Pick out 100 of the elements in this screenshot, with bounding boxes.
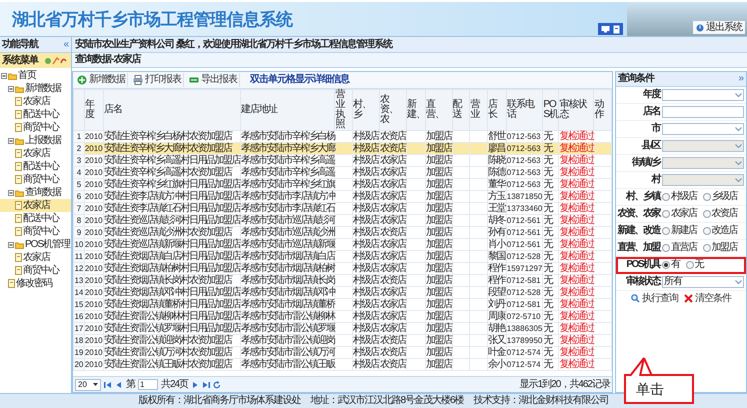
table-row[interactable]: 11 2010安陆生资烟店镇白店村日用品加盟店孝感市安陆市烟店镇白店 村级店农家店 加盟店 黎国 0712-528 无 复检通过: [74, 250, 612, 262]
radio-button[interactable]: [662, 261, 670, 269]
column-header[interactable]: 店长: [487, 90, 506, 130]
add-button[interactable]: 新增数据: [75, 73, 128, 87]
plus-icon: [77, 75, 87, 85]
search-button[interactable]: 执行查询: [631, 294, 678, 304]
column-header[interactable]: 农资、农: [379, 90, 406, 130]
table-cell: 复检通过: [558, 142, 594, 154]
tree-item[interactable]: 修改密码: [0, 277, 71, 290]
table-cell: 加盟店: [425, 286, 452, 298]
column-header[interactable]: 营业执照: [334, 90, 352, 130]
select-field[interactable]: [662, 89, 744, 101]
radio-button[interactable]: [702, 210, 710, 218]
tree-item[interactable]: 商贸中心: [0, 121, 71, 134]
table-row[interactable]: 7 2010安陆生资李店镇红石村日用品加盟店孝感市安陆市李店镇红石 村级店农家店 加盟店 王堂 13733460 无 复检通过: [74, 202, 612, 214]
column-header[interactable]: 动作: [594, 90, 612, 130]
column-header[interactable]: POS机: [542, 90, 559, 130]
table-cell: 村级店: [352, 286, 380, 298]
table-cell: 0712-561: [506, 238, 543, 250]
table-cell: 15971297: [506, 262, 543, 274]
last-page-icon[interactable]: [202, 380, 210, 388]
tree-item[interactable]: 农家店: [0, 95, 71, 108]
tree-item[interactable]: 商贸中心: [0, 225, 71, 238]
tree-item[interactable]: 商贸中心: [0, 173, 71, 186]
column-header[interactable]: 店名: [103, 90, 240, 130]
collapse-button[interactable]: «: [63, 40, 69, 50]
first-page-icon[interactable]: [104, 380, 112, 388]
table-row[interactable]: 8 2010安陆生资巡店镇彭河村日用品加盟店孝感市安陆市巡店镇彭河 村级店农家店 加盟店 胡冬 0712-561 无 复检通过: [74, 214, 612, 226]
table-cell: 农家店: [379, 154, 406, 166]
exit-button[interactable]: 退出系统: [693, 21, 745, 34]
collapse-icon[interactable]: [8, 86, 14, 92]
clear-button[interactable]: 清空条件: [684, 294, 731, 304]
print-button[interactable]: 打印报表: [131, 73, 184, 87]
tree-item[interactable]: 首页: [0, 69, 71, 82]
collapse-icon[interactable]: [8, 138, 14, 144]
table-cell: 无: [542, 322, 559, 334]
column-header[interactable]: 联系电话: [506, 90, 543, 130]
table-cell: 孝感市安陆市李店镇红石: [240, 202, 335, 214]
table-cell: 加盟店: [425, 202, 452, 214]
radio-button[interactable]: [662, 210, 670, 218]
tree-item[interactable]: 新增数据: [0, 82, 71, 95]
radio-button[interactable]: [702, 244, 710, 252]
tree-item[interactable]: 查询数据: [0, 186, 71, 199]
tree-item[interactable]: 配送中心: [0, 108, 71, 121]
column-header[interactable]: 直营、: [425, 90, 452, 130]
column-header[interactable]: 村、乡: [352, 90, 380, 130]
tree-item[interactable]: 农家店: [0, 199, 71, 212]
tree-item[interactable]: 农家店: [0, 147, 71, 160]
field-label: 农资、农家: [616, 209, 662, 219]
table-cell: 村级店: [352, 334, 380, 346]
column-header[interactable]: 新建、: [406, 90, 426, 130]
export-button[interactable]: 导出报表: [187, 73, 240, 87]
table-cell: 安陆生资烟店镇长岗村农资加盟店: [103, 274, 240, 286]
radio-button[interactable]: [702, 193, 710, 201]
table-row[interactable]: 2 2010安陆生资辛榨乡大廊村农资加盟店 孝感市安陆市辛榨乡大廊 村级店农资店 加盟店 廖昌 0712-563 无 复检通过: [74, 142, 612, 154]
monitor-icon[interactable]: [601, 25, 610, 33]
select-field[interactable]: 所有: [662, 276, 744, 288]
text-field[interactable]: [662, 106, 744, 118]
previous-page-icon[interactable]: [115, 380, 123, 388]
table-cell: 0712-563: [506, 166, 543, 178]
search-icon: [631, 294, 640, 303]
column-header[interactable]: 营业: [470, 90, 488, 130]
tree-item[interactable]: 配送中心: [0, 160, 71, 173]
select-field[interactable]: [662, 123, 744, 135]
tree-item[interactable]: 配送中心: [0, 212, 71, 225]
radio-button[interactable]: [662, 227, 670, 235]
radio-button[interactable]: [702, 227, 710, 235]
tree-item[interactable]: 上报数据: [0, 134, 71, 147]
table-row[interactable]: 9 2010安陆生资巡店镇沙洲村农资加盟店 孝感市安陆市巡店镇沙洲 村级店农资店 加盟店 孙有 0712-561 无 复检通过: [74, 226, 612, 238]
collapse-icon[interactable]: [8, 242, 14, 248]
table-row[interactable]: 18 2010安陆生资雷公镇迎岗村农资加盟店 孝感市安陆市雷公镇迎岗 村级店农资店 加盟店 张又 13789950 无 复检通过: [74, 334, 612, 346]
table-cell: 072-5710: [506, 310, 543, 322]
table-cell: 农家店: [379, 298, 406, 310]
expand-button[interactable]: »: [738, 74, 744, 84]
table-row[interactable]: 14 2010安陆生资烟店镇邓冲村日用品加盟店孝感市安陆市烟店镇邓冲 村级店农家店 加盟店 段望 0712-528 无 复检通过: [74, 286, 612, 298]
column-header[interactable]: 建店地址: [240, 90, 335, 130]
document-icon[interactable]: [613, 24, 620, 34]
radio-button[interactable]: [662, 193, 670, 201]
refresh-icon[interactable]: [213, 380, 222, 388]
table-cell: 农家店: [379, 214, 406, 226]
collapse-icon[interactable]: [8, 190, 14, 196]
table-cell: 村级店: [352, 154, 380, 166]
page-input[interactable]: 1: [138, 379, 158, 390]
table-row[interactable]: 16 2010安陆生资雷公镇柳林村日用品加盟店孝感市安陆市雷公镇柳林 村级店农家店 加盟店 周康 072-5710 无 复检通过: [74, 310, 612, 322]
table-cell: 13886305: [506, 322, 543, 334]
tree-item[interactable]: 农家店: [0, 251, 71, 264]
column-header[interactable]: 审核状态: [558, 90, 594, 130]
table-cell: 13871850: [506, 190, 543, 202]
collapse-icon[interactable]: [1, 72, 7, 78]
table-row[interactable]: 19 2010安陆生资雷公镇万河村农资加盟店 孝感市安陆市雷公镇万河 村级店农资店 加盟店 叶金 0712-574 无 复检通过: [74, 346, 612, 358]
page-size-select[interactable]: 20: [75, 378, 101, 390]
column-header[interactable]: 年度: [84, 90, 104, 130]
tree-item[interactable]: 商贸中心: [0, 264, 71, 277]
table-cell: 加盟店: [425, 178, 452, 190]
radio-button[interactable]: [686, 261, 694, 269]
column-header[interactable]: 配送: [452, 90, 470, 130]
next-page-icon[interactable]: [191, 380, 200, 388]
row-number: 12: [74, 262, 84, 274]
tree-item[interactable]: POS机管理: [0, 238, 71, 251]
radio-button[interactable]: [662, 244, 670, 252]
